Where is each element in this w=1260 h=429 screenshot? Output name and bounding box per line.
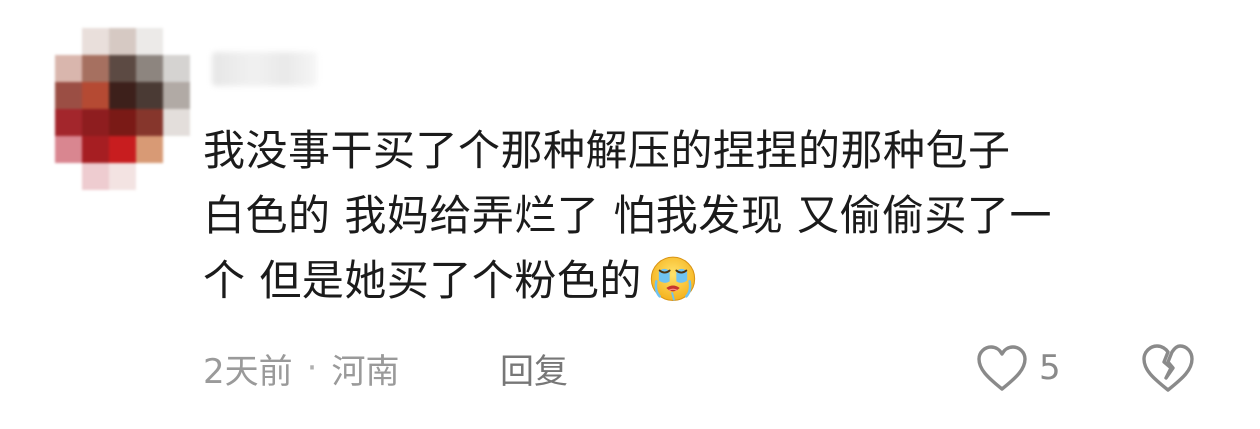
crying-face-emoji-icon <box>650 256 696 301</box>
avatar-pixel <box>82 109 109 136</box>
avatar-pixel <box>55 109 82 136</box>
avatar-pixel <box>82 82 109 109</box>
avatar-pixel <box>136 55 163 82</box>
avatar-pixel <box>109 55 136 82</box>
dislike-button[interactable] <box>1140 340 1196 396</box>
comment-line-text: 个 但是她买了个粉色的 <box>203 256 642 305</box>
avatar-pixel <box>82 163 109 190</box>
heart-icon <box>977 345 1027 391</box>
avatar-pixel <box>109 28 136 55</box>
avatar-pixel <box>136 82 163 109</box>
comment-text: 我没事干买了个那种解压的捏捏的那种包子 白色的 我妈给弄烂了 怕我发现 又偷偷买… <box>203 118 1213 313</box>
comment-meta: 2天前 · 河南 <box>203 343 399 393</box>
like-count: 5 <box>1039 348 1061 388</box>
avatar-pixel <box>163 82 190 109</box>
avatar-pixel <box>109 109 136 136</box>
avatar-pixel <box>136 28 163 55</box>
avatar-pixel <box>55 55 82 82</box>
avatar-pixel <box>55 82 82 109</box>
avatar-pixel <box>82 28 109 55</box>
avatar-pixel <box>163 109 190 136</box>
avatar-pixel <box>82 55 109 82</box>
avatar-pixel <box>136 136 163 163</box>
comment-line: 个 但是她买了个粉色的 <box>203 248 1213 313</box>
comment-line: 白色的 我妈给弄烂了 怕我发现 又偷偷买了一 <box>203 191 1053 240</box>
avatar[interactable] <box>40 22 190 192</box>
avatar-pixel <box>109 82 136 109</box>
avatar-pixel <box>136 109 163 136</box>
avatar-pixel <box>55 136 82 163</box>
avatar-pixel <box>163 55 190 82</box>
meta-separator: · <box>306 348 318 388</box>
avatar-pixel <box>109 163 136 190</box>
avatar-pixel <box>109 136 136 163</box>
reply-label: 回复 <box>500 351 568 392</box>
comment-time: 2天前 <box>203 351 293 392</box>
comment-location: 河南 <box>331 351 400 392</box>
comment-line: 我没事干买了个那种解压的捏捏的那种包子 <box>203 126 1011 175</box>
like-button[interactable]: 5 <box>975 340 1061 396</box>
reply-button[interactable]: 回复 <box>500 343 568 393</box>
avatar-pixel <box>82 136 109 163</box>
broken-heart-icon <box>1142 344 1194 392</box>
username-blurred[interactable] <box>212 52 317 86</box>
